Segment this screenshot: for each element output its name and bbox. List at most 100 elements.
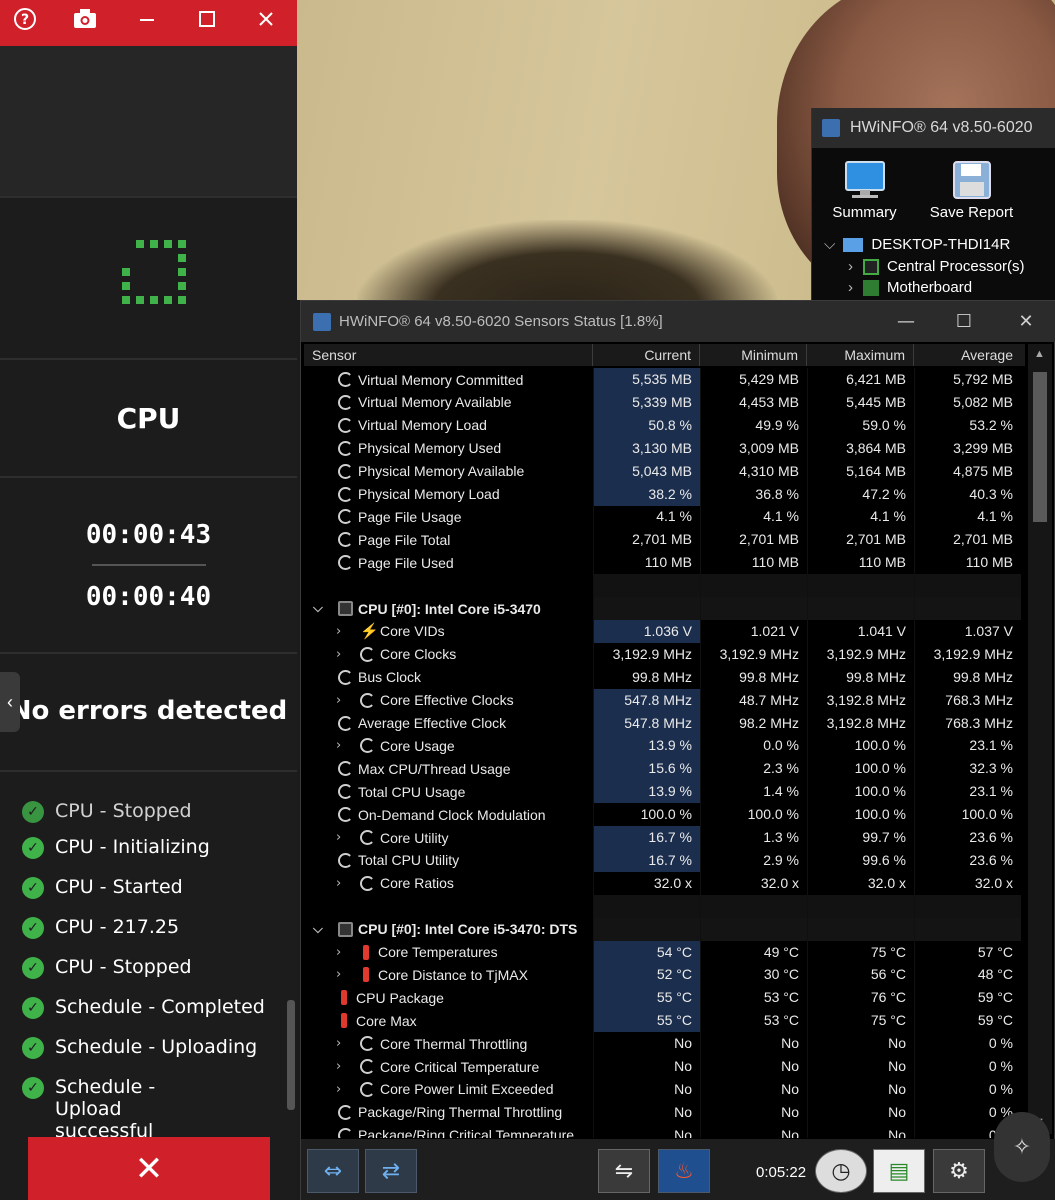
sensor-row[interactable]: › Core Utility 16.7 % 1.3 % 99.7 % 23.6 % [304,826,1025,849]
arrows-in-icon: ⇄ [381,1158,401,1184]
check-icon: ✓ [22,917,44,939]
sensor-row[interactable]: Virtual Memory Committed 5,535 MB 5,429 MB… [304,368,1025,391]
minimum-value: 2,701 MB [700,528,807,552]
vertical-scrollbar[interactable]: ▲ ▼ [1028,344,1052,1134]
expand-columns-button[interactable]: ⇔ [307,1149,359,1193]
sensor-row[interactable]: › Core Effective Clocks 547.8 MHz 48.7 MHz 3… [304,688,1025,712]
scrollbar-thumb[interactable] [1033,372,1047,522]
chevron-right-icon[interactable]: › [336,647,341,662]
tree-motherboard-node[interactable]: › Motherboard [848,279,972,296]
sensor-name: Core Clocks [380,646,457,663]
header-average[interactable]: Average [914,344,1021,366]
sensor-row[interactable]: Package/Ring Thermal Throttling No No No 0 % [304,1100,1025,1124]
help-icon[interactable]: ? [0,0,50,38]
minimum-value: 1.4 % [700,780,807,804]
sensor-row[interactable]: Virtual Memory Load 50.8 % 49.9 % 59.0 % 53.… [304,413,1025,437]
lightning-icon: ⚡ [360,622,379,640]
log-item: ✓ Schedule - Upload successful [22,1076,252,1142]
collapse-panel-tab[interactable]: ‹ [0,672,20,732]
collapse-columns-button[interactable]: ⇄ [365,1149,417,1193]
close-icon[interactable] [241,0,291,38]
sensor-row[interactable]: Physical Memory Used 3,130 MB 3,009 MB 3,86… [304,436,1025,460]
sensor-row[interactable] [304,894,1025,918]
timer-section: 00:00:43 00:00:40 [0,476,297,652]
scroll-up-icon[interactable]: ▲ [1034,348,1045,360]
maximize-icon[interactable] [182,0,232,38]
chevron-right-icon[interactable]: › [336,624,341,639]
chevron-right-icon[interactable]: › [336,738,341,753]
settings-button[interactable]: ⚙ [933,1149,985,1193]
sensor-row[interactable]: Total CPU Utility 16.7 % 2.9 % 99.6 % 23.6 % [304,848,1025,872]
chevron-right-icon[interactable]: › [336,830,341,845]
sensor-row[interactable]: › Core Distance to TjMAX 52 °C 30 °C 56 °C 48… [304,963,1025,987]
sensor-group-row[interactable]: ⌵ CPU [#0]: Intel Core i5-3470: DTS [304,917,1025,941]
chevron-right-icon[interactable]: › [336,945,341,960]
sensor-name-cell: › ⚡ Core VIDs [304,620,593,643]
sensor-row[interactable]: › Core Usage 13.9 % 0.0 % 100.0 % 23.1 % [304,734,1025,758]
report-button[interactable]: ▤ [873,1149,925,1193]
chevron-right-icon[interactable]: › [336,1082,341,1097]
chevron-right-icon[interactable]: › [336,876,341,891]
sensor-row[interactable]: Average Effective Clock 547.8 MHz 98.2 MHz… [304,711,1025,735]
minimum-value: 53 °C [700,1009,807,1033]
sensor-row[interactable]: › Core Temperatures 54 °C 49 °C 75 °C 57 °C [304,940,1025,964]
summary-button[interactable]: Summary [822,160,907,221]
header-minimum[interactable]: Minimum [700,344,807,366]
tree-computer-node[interactable]: ⌵ DESKTOP-THDI14R [824,236,1010,253]
minimum-value: No [700,1032,807,1056]
average-value: 59 °C [914,1009,1021,1033]
chevron-right-icon[interactable]: › [336,1059,341,1074]
gauge-icon [360,692,375,708]
sensor-row[interactable]: Physical Memory Load 38.2 % 36.8 % 47.2 % 40… [304,482,1025,506]
sensor-row[interactable]: Page File Used 110 MB 110 MB 110 MB 110 MB [304,551,1025,575]
log-scrollbar[interactable] [287,1000,295,1110]
hwinfo-main-titlebar[interactable]: HWiNFO® 64 v8.50-6020 [812,108,1055,148]
sensor-row[interactable] [304,574,1025,598]
sensor-row[interactable]: Package/Ring Critical Temperature No No No 0… [304,1123,1025,1138]
sensor-row[interactable]: Page File Usage 4.1 % 4.1 % 4.1 % 4.1 % [304,505,1025,529]
sensor-row[interactable]: On-Demand Clock Modulation 100.0 % 100.0 %… [304,803,1025,827]
sensor-row[interactable]: Virtual Memory Available 5,339 MB 4,453 MB… [304,390,1025,414]
sensor-row[interactable]: › Core Power Limit Exceeded No No No 0 % [304,1077,1025,1101]
tree-cpu-node[interactable]: › Central Processor(s) [848,258,1025,275]
sensor-row[interactable]: Bus Clock 99.8 MHz 99.8 MHz 99.8 MHz 99.8 MH… [304,665,1025,689]
maximize-button[interactable]: ☐ [939,301,989,342]
chevron-right-icon[interactable]: › [336,1036,341,1051]
minimize-button[interactable]: — [881,301,931,342]
chevron-down-icon[interactable]: ⌵ [313,601,323,616]
header-sensor[interactable]: Sensor [304,344,593,366]
sensor-name-cell: › Core Power Limit Exceeded [304,1078,593,1101]
gauge-icon [338,1127,353,1138]
sensor-row[interactable]: Core Max 55 °C 53 °C 75 °C 59 °C [304,1009,1025,1033]
sensor-name-cell: Physical Memory Available [304,460,593,483]
header-current[interactable]: Current [593,344,700,366]
sensor-row[interactable]: CPU Package 55 °C 53 °C 76 °C 59 °C [304,986,1025,1010]
logging-button[interactable]: ♨ [658,1149,710,1193]
sensor-row[interactable]: › Core Clocks 3,192.9 MHz 3,192.9 MHz 3,192.… [304,642,1025,666]
chevron-right-icon[interactable]: › [336,693,341,708]
sensor-row[interactable]: › Core Thermal Throttling No No No 0 % [304,1032,1025,1056]
minimum-value: 4.1 % [700,505,807,529]
camera-icon[interactable] [60,0,110,38]
network-button[interactable]: ⇋ [598,1149,650,1193]
current-value: 5,043 MB [593,459,700,483]
overlay-badge-icon[interactable]: ✧ [994,1112,1050,1182]
stop-button[interactable]: ✕ [28,1137,270,1200]
close-button[interactable]: ✕ [1001,301,1051,342]
minimize-icon[interactable] [122,0,172,38]
save-report-button[interactable]: Save Report [924,160,1019,221]
sensor-row[interactable]: Max CPU/Thread Usage 15.6 % 2.3 % 100.0 % 32… [304,757,1025,781]
chevron-down-icon[interactable]: ⌵ [313,922,323,937]
sensor-row[interactable]: Total CPU Usage 13.9 % 1.4 % 100.0 % 23.1 % [304,780,1025,804]
sensor-row[interactable]: › ⚡ Core VIDs 1.036 V 1.021 V 1.041 V 1.037 V [304,619,1025,643]
header-maximum[interactable]: Maximum [807,344,914,366]
sensor-row[interactable]: › Core Ratios 32.0 x 32.0 x 32.0 x 32.0 x [304,871,1025,895]
clock-button[interactable]: ◷ [815,1149,867,1193]
gauge-icon [338,669,353,685]
sensor-group-row[interactable]: ⌵ CPU [#0]: Intel Core i5-3470 [304,597,1025,620]
sensor-row[interactable]: Physical Memory Available 5,043 MB 4,310 M… [304,459,1025,483]
sensor-row[interactable]: Page File Total 2,701 MB 2,701 MB 2,701 MB 2… [304,528,1025,552]
sensor-name: Physical Memory Used [358,440,502,457]
sensor-row[interactable]: › Core Critical Temperature No No No 0 % [304,1055,1025,1078]
chevron-right-icon[interactable]: › [336,967,341,982]
